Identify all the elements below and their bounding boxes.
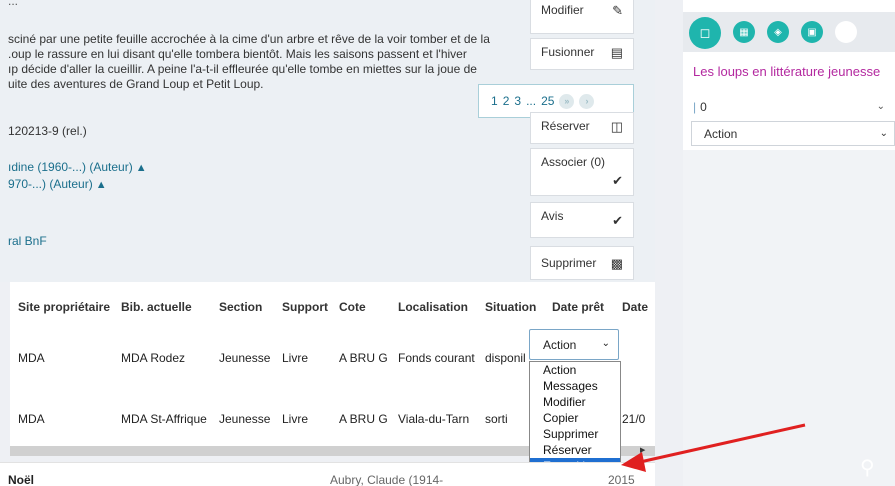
record-summary: sciné par une petite feuille accrochée à… [8,32,528,92]
next-page-icon[interactable]: » [559,93,575,109]
summary-line: uite des aventures de Grand Loup et Peti… [8,77,264,91]
next-record-author: Aubry, Claude (1914- [330,473,444,486]
check-icon: ✔ [612,213,623,228]
basket-sidebar: ◻ ▦ ◈ ▣ Les loups en littérature jeuness… [683,0,895,486]
button-label: Réserver [541,119,590,133]
cell-situation: disponil [485,351,526,365]
record-isbn: 120213-9 (rel.) [8,124,87,138]
chevron-down-icon: ⌄ [876,101,885,112]
cell-localisation: Fonds courant [398,351,475,365]
row-action-dropdown: Action Messages Modifier Copier Supprime… [529,361,621,475]
pencil-icon: ✎ [612,3,623,18]
cell-section: Jeunesse [219,351,271,365]
search-icon[interactable]: ⚲ [860,455,895,486]
cell-support: Livre [282,412,309,426]
supprimer-button[interactable]: Supprimer ▩ [530,246,634,280]
button-label: Avis [541,209,564,223]
summary-line: sciné par une petite feuille accrochée à… [8,32,490,46]
page-link[interactable]: 2 [503,94,510,108]
cell-section: Jeunesse [219,412,271,426]
author-link[interactable]: ıdine (1960-...) (Auteur) ▲ [8,160,147,174]
author-name[interactable]: 970-...) (Auteur) [8,177,93,191]
column-header: Section [219,300,263,314]
cube-icon[interactable]: ◈ [767,21,789,43]
next-record-year: 2015 [608,473,635,486]
associer-button[interactable]: Associer (0) ✔ [530,148,634,196]
column-header: Date [622,300,649,314]
select-value: Action [543,338,577,352]
author-name[interactable]: ıdine (1960-...) (Auteur) [8,160,133,174]
cell-site: MDA [18,412,45,426]
summary-line: .oup le rassure en lui disant qu'elle to… [8,47,467,61]
summary-line: ıp décide d'aller la cueillir. A peine l… [8,62,477,76]
modifier-button[interactable]: Modifier ✎ [530,0,634,34]
cell-bib: MDA Rodez [121,351,186,365]
summary-top-line: ... [8,0,19,8]
cursor-bar: | [693,100,697,114]
trash-icon: ▩ [610,256,623,271]
page-link[interactable]: 3 [514,94,521,108]
graduation-cap-icon: ▲ [95,179,107,191]
cell-support: Livre [282,351,309,365]
dropdown-option[interactable]: Copier [530,410,620,426]
empty-tab-icon[interactable] [835,21,857,43]
column-header: Support [282,300,328,314]
page-link[interactable]: 1 [491,94,498,108]
select-value: 0 [700,100,707,114]
dropdown-option[interactable]: Messages [530,378,620,394]
scroll-right-arrow-icon[interactable]: ▶ [640,446,645,454]
button-label: Fusionner [541,45,595,59]
last-page-icon[interactable]: › [579,93,595,109]
basket-tabs: ◻ ▦ ◈ ▣ [683,12,895,52]
column-header: Situation [485,300,537,314]
cell-cote: A BRU G [339,412,388,426]
graduation-cap-icon: ▲ [135,162,147,174]
page-link-last[interactable]: 25 [541,94,554,108]
column-header: Site propriétaire [18,300,111,314]
cell-localisation: Viala-du-Tarn [398,412,470,426]
basket-title[interactable]: Les loups en littérature jeunesse [693,64,880,79]
column-header: Date prêt [552,300,605,314]
author-link[interactable]: 970-...) (Auteur) ▲ [8,177,107,191]
basket-card: ◻ ▦ ◈ ▣ Les loups en littérature jeuness… [683,0,895,150]
column-header: Cote [339,300,366,314]
chevron-down-icon: ⌄ [879,128,888,139]
gift-icon: ◫ [610,119,623,134]
cell-bib: MDA St-Affrique [121,412,207,426]
reserver-button[interactable]: Réserver ◫ [530,112,634,144]
dropdown-option[interactable]: Supprimer [530,426,620,442]
chevron-down-icon: ⌄ [601,338,610,349]
check-icon: ✔ [612,173,623,188]
button-label: Supprimer [541,256,597,270]
next-record-row[interactable]: Noël Aubry, Claude (1914- 2015 [0,462,655,486]
column-header: Bib. actuelle [121,300,192,314]
dropdown-option[interactable]: Réserver [530,442,620,458]
clipboard-icon[interactable]: ▦ [733,21,755,43]
cell-situation: sorti [485,412,508,426]
dropdown-option[interactable]: Modifier [530,394,620,410]
next-record-title[interactable]: Noël [8,473,34,486]
select-value: Action [704,127,738,141]
button-label: Associer (0) [541,155,606,169]
row-action-select[interactable]: Action ⌄ [529,329,619,360]
shopping-bag-icon[interactable]: ◻ [689,17,721,49]
panel-gap [655,0,683,486]
fusionner-button[interactable]: Fusionner ▤ [530,38,634,70]
monitor-icon[interactable]: ▣ [801,21,823,43]
cell-cote: A BRU G [339,351,388,365]
avis-button[interactable]: Avis ✔ [530,202,634,238]
dropdown-option[interactable]: Action [530,362,620,378]
cell-date-pret: 21/0 [622,412,646,426]
basket-action-select[interactable]: Action ⌄ [691,121,895,146]
page-ellipsis: ... [526,94,537,108]
merge-icon: ▤ [610,45,623,60]
cell-site: MDA [18,351,45,365]
button-label: Modifier [541,3,584,17]
basket-count-select[interactable]: | 0 ⌄ [693,100,893,118]
column-header: Localisation [398,300,469,314]
record-source-link[interactable]: ral BnF [8,234,47,248]
